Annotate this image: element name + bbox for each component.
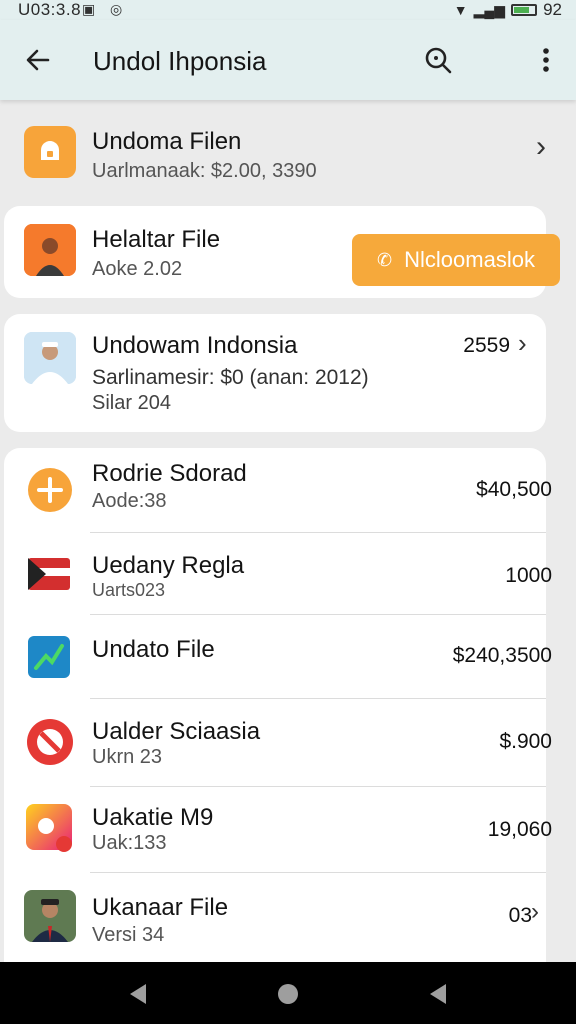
item-subtitle: Ukrn 23 bbox=[92, 746, 163, 768]
wifi-icon: ▼ bbox=[453, 2, 468, 18]
item-subtitle: Uarts023 bbox=[92, 580, 166, 600]
list-item[interactable]: Uakatie M9 Uak:133 19,060 bbox=[4, 786, 552, 872]
chevron-right-icon: › bbox=[518, 328, 527, 358]
item-subtitle-2: Silar 204 bbox=[92, 392, 171, 414]
signal-icon: ▂▄▆ bbox=[473, 1, 506, 18]
item-title: Undato File bbox=[92, 636, 215, 663]
item-subtitle: Aode:38 bbox=[92, 490, 167, 512]
item-title: Uakatie M9 bbox=[92, 804, 214, 831]
file-lock-icon bbox=[24, 126, 76, 178]
item-title: Undowam Indonsia bbox=[92, 332, 298, 359]
list-item-undoma-file[interactable]: Undoma Filen Uarlmanaak: $2.00, 3390 › bbox=[0, 112, 576, 196]
item-value: 03 bbox=[508, 904, 532, 927]
flag-card-icon bbox=[24, 548, 76, 600]
item-subtitle: Uak:133 bbox=[92, 832, 167, 854]
avatar bbox=[24, 332, 76, 384]
item-subtitle: Sarlinamesir: $0 (anan: 2012) bbox=[92, 366, 369, 389]
card-undowam-indonsia[interactable]: Undowam Indonsia Sarlinamesir: $0 (anan:… bbox=[4, 314, 546, 432]
item-value: 2559 bbox=[463, 334, 510, 357]
item-value: 19,060 bbox=[487, 818, 552, 841]
list-item[interactable]: Ualder Sciaasia Ukrn 23 $.900 bbox=[4, 698, 552, 786]
avatar bbox=[24, 890, 76, 942]
status-right-text: 92 bbox=[543, 0, 562, 19]
chevron-right-icon: › bbox=[531, 898, 539, 925]
add-circle-icon bbox=[24, 464, 76, 516]
blocked-icon bbox=[24, 716, 76, 768]
status-right: ▼ ▂▄▆ 92 bbox=[454, 0, 562, 20]
list-item[interactable]: Rodrie Sdorad Aode:38 $40,500 bbox=[4, 448, 552, 532]
card-helaltar-file: Helaltar File Aoke 2.02 ✆ Nlcloomaslok bbox=[4, 206, 560, 298]
list-item[interactable]: Ukanaar File Versi 34 03 › bbox=[4, 872, 546, 968]
status-bar: U03:3.8 ▣ ◎ ▼ ▂▄▆ 92 bbox=[0, 0, 576, 20]
search-icon[interactable] bbox=[422, 44, 454, 76]
avatar bbox=[24, 224, 76, 276]
system-nav-bar bbox=[0, 962, 576, 1024]
app-bar: Undol Ihponsia bbox=[0, 20, 576, 100]
chevron-right-icon: › bbox=[536, 130, 546, 163]
status-time: U03:3.8 bbox=[18, 0, 82, 19]
item-title: Uedany Regla bbox=[92, 552, 245, 579]
list-item[interactable]: Undato File $240,3500 bbox=[4, 614, 552, 698]
item-title: Ualder Sciaasia bbox=[92, 718, 261, 745]
nav-home-icon[interactable] bbox=[274, 980, 302, 1008]
item-subtitle: Uarlmanaak: $2.00, 3390 bbox=[92, 160, 317, 182]
food-app-icon bbox=[24, 802, 76, 854]
call-button[interactable]: ✆ Nlcloomaslok bbox=[352, 234, 560, 286]
item-title: Helaltar File bbox=[92, 226, 221, 253]
item-title: Ukanaar File bbox=[92, 894, 229, 921]
nav-back-icon[interactable] bbox=[124, 980, 152, 1008]
page-title: Undol Ihponsia bbox=[93, 46, 267, 76]
back-arrow-icon[interactable] bbox=[22, 44, 54, 76]
transaction-list: Rodrie Sdorad Aode:38 $40,500 Uedany Reg… bbox=[4, 448, 552, 968]
more-vert-icon[interactable] bbox=[532, 44, 560, 76]
sync-icon: ◎ bbox=[110, 1, 123, 17]
list-item[interactable]: Uedany Regla Uarts023 1000 bbox=[4, 532, 552, 614]
phone-icon: ✆ bbox=[377, 249, 393, 270]
call-button-label: Nlcloomaslok bbox=[404, 247, 535, 272]
item-value: $.900 bbox=[499, 730, 552, 753]
item-value: 1000 bbox=[505, 564, 552, 587]
item-title: Undoma Filen bbox=[92, 128, 242, 155]
item-title: Rodrie Sdorad bbox=[92, 460, 247, 487]
notification-icon: ▣ bbox=[82, 1, 96, 17]
item-value: $240,3500 bbox=[452, 644, 552, 667]
nav-recents-icon[interactable] bbox=[424, 980, 452, 1008]
item-subtitle: Versi 34 bbox=[92, 924, 165, 946]
battery-icon bbox=[511, 4, 538, 16]
chart-app-icon bbox=[24, 632, 76, 684]
item-value: $40,500 bbox=[476, 478, 552, 501]
item-subtitle: Aoke 2.02 bbox=[92, 258, 183, 280]
